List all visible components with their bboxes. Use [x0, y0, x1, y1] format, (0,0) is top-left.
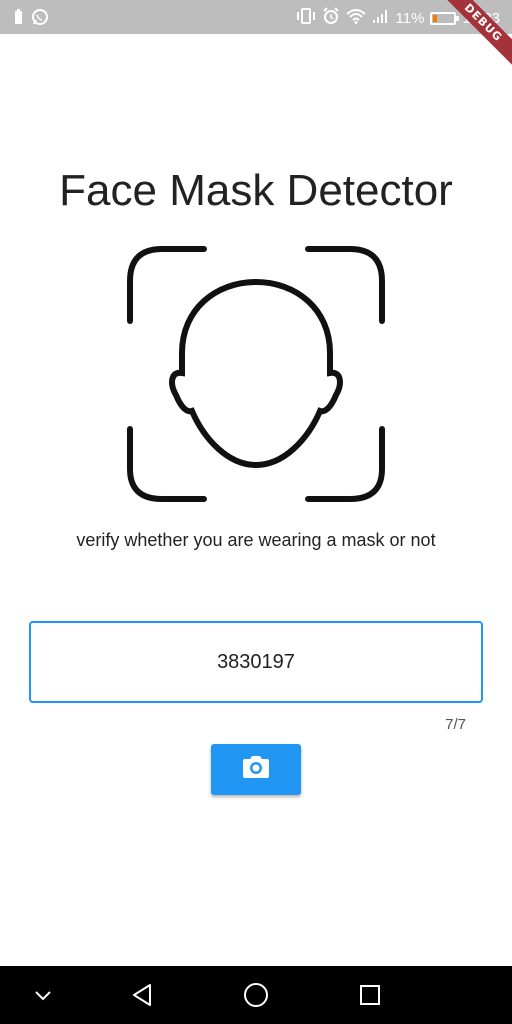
camera-button[interactable] — [211, 744, 301, 795]
back-icon[interactable] — [127, 980, 157, 1010]
page-title: Face Mask Detector — [59, 166, 453, 215]
camera-icon — [241, 755, 271, 784]
chevron-down-icon[interactable] — [28, 980, 58, 1010]
battery-icon — [430, 11, 460, 25]
code-input[interactable] — [31, 650, 481, 674]
battery-percent: 11% — [395, 9, 425, 27]
battery-alert-icon — [14, 9, 23, 30]
whatsapp-icon — [31, 8, 49, 31]
wifi-icon — [345, 8, 366, 28]
character-counter: 7/7 — [445, 716, 466, 733]
home-icon[interactable] — [241, 980, 271, 1010]
recents-icon[interactable] — [355, 980, 385, 1010]
navigation-bar — [0, 966, 512, 1024]
face-scan-icon — [124, 243, 388, 505]
code-input-container[interactable] — [29, 621, 483, 703]
vibrate-icon — [296, 8, 316, 28]
alarm-icon — [322, 7, 340, 29]
subtitle: verify whether you are wearing a mask or… — [76, 530, 436, 550]
status-left-icons — [14, 8, 49, 31]
signal-icon — [372, 8, 390, 28]
status-bar: 11% 17:23 — [0, 0, 512, 34]
